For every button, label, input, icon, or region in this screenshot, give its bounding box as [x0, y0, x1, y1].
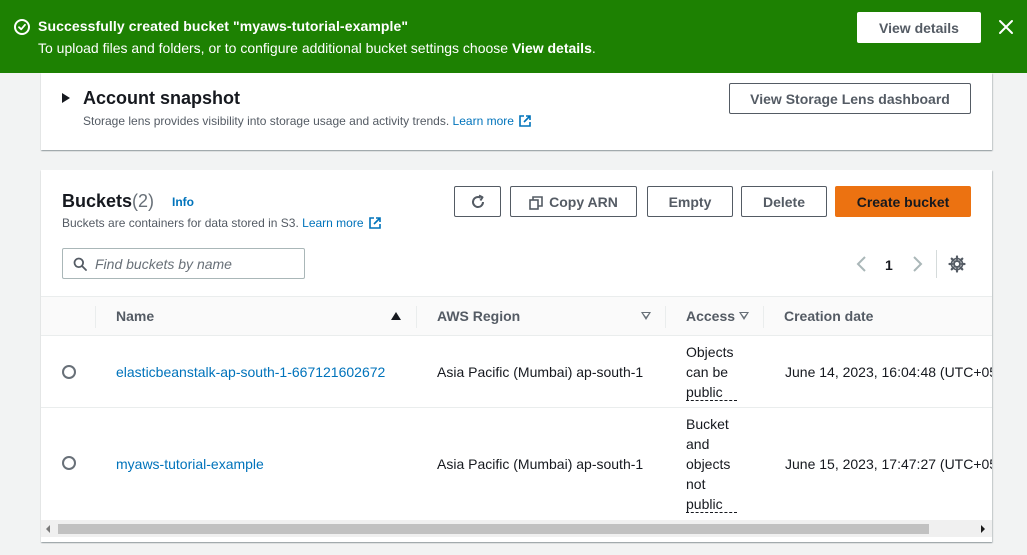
column-header-region[interactable]: AWS Region — [437, 308, 520, 324]
buckets-description: Buckets are containers for data stored i… — [62, 216, 382, 230]
page-number[interactable]: 1 — [885, 257, 893, 273]
column-header-creation-date[interactable]: Creation date — [784, 308, 873, 324]
table-row[interactable]: myaws-tutorial-example Asia Pacific (Mum… — [41, 408, 992, 518]
column-header-name[interactable]: Name — [116, 308, 154, 324]
view-storage-lens-button[interactable]: View Storage Lens dashboard — [729, 83, 971, 114]
success-check-icon — [14, 19, 30, 35]
external-link-icon[interactable] — [368, 216, 382, 230]
create-bucket-button[interactable]: Create bucket — [835, 186, 971, 217]
buckets-count: (2) — [132, 191, 154, 211]
column-divider — [416, 306, 417, 328]
buckets-panel: Buckets (2) Info Buckets are containers … — [41, 170, 992, 542]
bucket-access: Bucket and objects not public — [686, 414, 746, 514]
learn-more-link[interactable]: Learn more — [453, 114, 514, 128]
info-link[interactable]: Info — [172, 195, 194, 209]
flash-title: Successfully created bucket "myaws-tutor… — [38, 18, 409, 34]
row-select-radio[interactable] — [62, 456, 76, 470]
sort-icon[interactable] — [739, 312, 749, 320]
scrollbar-thumb[interactable] — [58, 524, 929, 534]
external-link-icon[interactable] — [518, 114, 532, 128]
account-snapshot-title[interactable]: Account snapshot — [83, 88, 240, 109]
bucket-name-link[interactable]: elasticbeanstalk-ap-south-1-667121602672 — [116, 364, 385, 380]
table-row[interactable]: elasticbeanstalk-ap-south-1-667121602672… — [41, 336, 992, 408]
copy-arn-button[interactable]: Copy ARN — [510, 186, 637, 217]
close-icon[interactable] — [995, 16, 1017, 38]
bucket-creation-date: June 14, 2023, 16:04:48 (UTC+05 — [785, 364, 992, 380]
view-details-button[interactable]: View details — [857, 12, 981, 43]
account-snapshot-panel: Account snapshot Storage lens provides v… — [41, 73, 992, 150]
column-divider — [763, 306, 764, 328]
search-input[interactable] — [95, 254, 295, 274]
search-box[interactable] — [62, 248, 305, 279]
expand-caret-icon[interactable] — [62, 93, 70, 103]
column-divider — [665, 306, 666, 328]
sort-ascending-icon[interactable] — [391, 312, 401, 320]
chevron-left-icon[interactable] — [855, 255, 869, 273]
account-snapshot-description: Storage lens provides visibility into st… — [83, 114, 532, 128]
delete-button[interactable]: Delete — [741, 186, 827, 217]
learn-more-link[interactable]: Learn more — [302, 216, 363, 230]
refresh-button[interactable] — [454, 186, 501, 217]
horizontal-scrollbar[interactable] — [41, 520, 992, 537]
scroll-right-arrow-icon[interactable] — [981, 525, 985, 533]
bucket-region: Asia Pacific (Mumbai) ap-south-1 — [437, 456, 644, 472]
gear-icon[interactable] — [948, 255, 966, 273]
buckets-title: Buckets — [62, 191, 133, 211]
chevron-right-icon[interactable] — [910, 255, 924, 273]
flash-message: To upload files and folders, or to confi… — [38, 40, 596, 56]
row-select-radio[interactable] — [62, 365, 76, 379]
table-header: Name AWS Region Access Creation date — [41, 296, 992, 336]
success-flash-banner: Successfully created bucket "myaws-tutor… — [0, 0, 1027, 73]
column-divider — [95, 306, 96, 328]
bucket-name-link[interactable]: myaws-tutorial-example — [116, 456, 264, 472]
bucket-creation-date: June 15, 2023, 17:47:27 (UTC+05 — [785, 456, 992, 472]
bucket-region: Asia Pacific (Mumbai) ap-south-1 — [437, 364, 644, 380]
refresh-icon — [471, 194, 484, 208]
search-icon — [73, 257, 87, 271]
bucket-access: Objects can be public — [686, 342, 746, 402]
scroll-left-arrow-icon[interactable] — [46, 525, 50, 533]
pager-divider — [936, 250, 937, 278]
column-header-access[interactable]: Access — [686, 308, 735, 324]
sort-icon[interactable] — [641, 312, 651, 320]
empty-button[interactable]: Empty — [647, 186, 733, 217]
copy-icon — [529, 195, 543, 210]
